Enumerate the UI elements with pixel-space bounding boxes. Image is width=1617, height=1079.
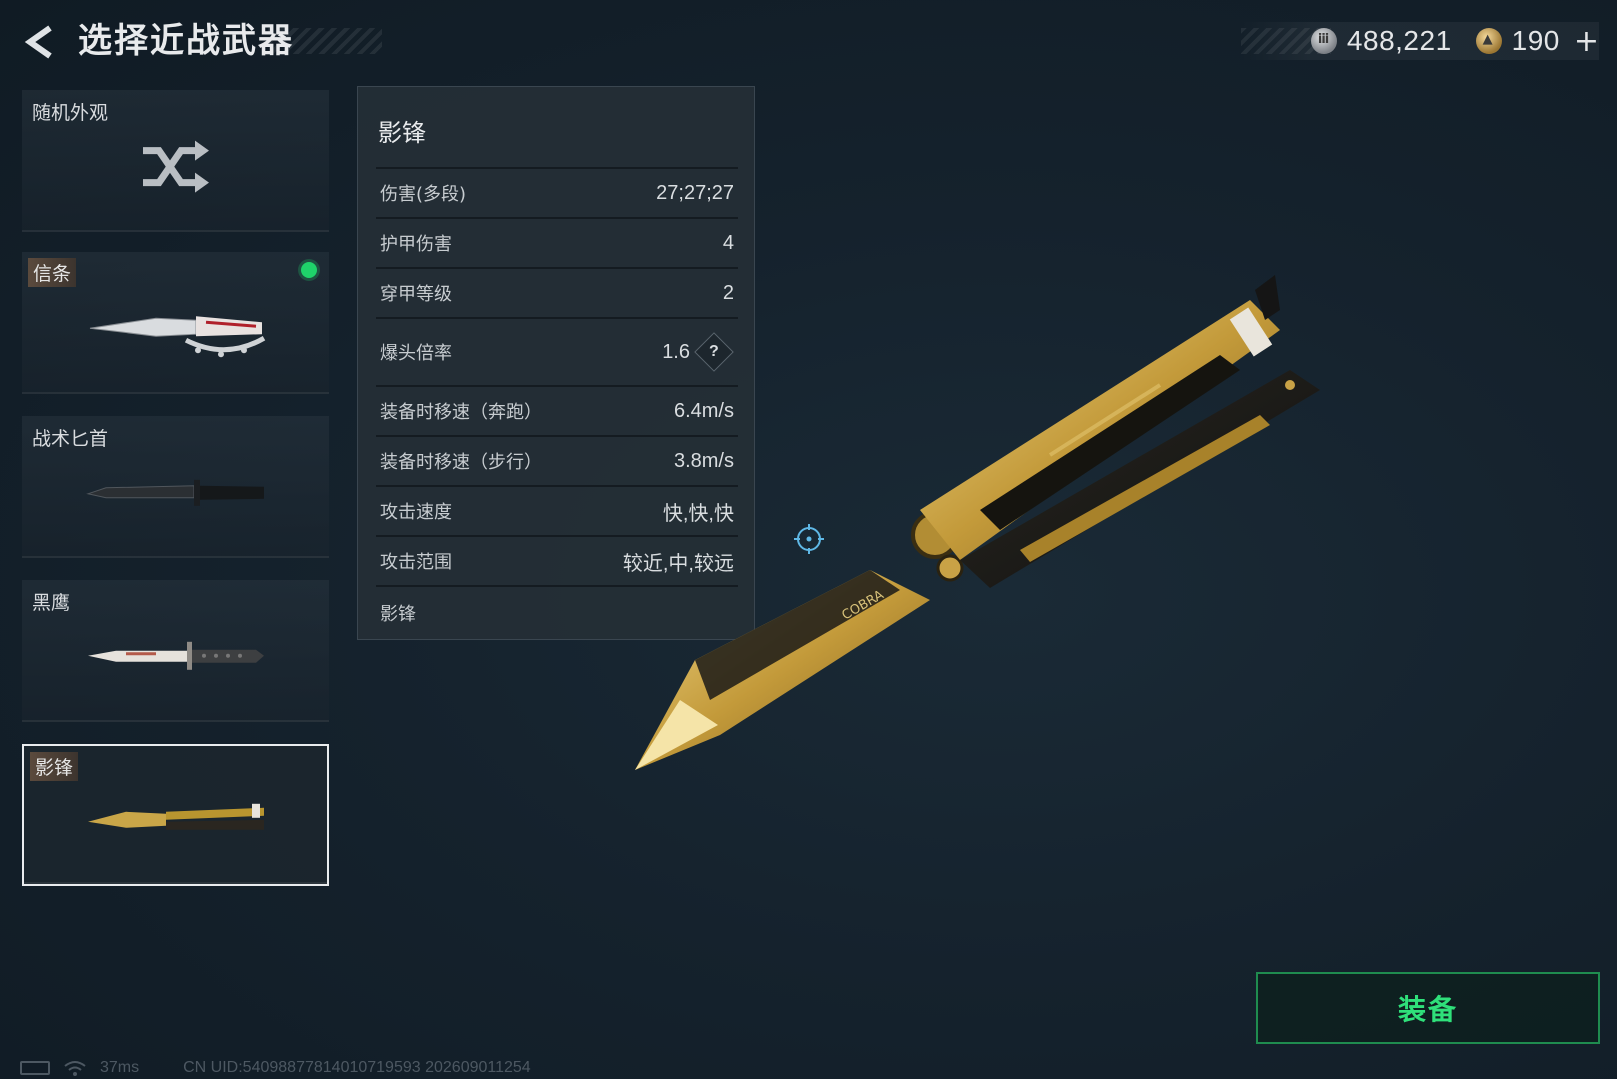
weapon-card-label: 随机外观 xyxy=(32,102,109,124)
stat-row-armor-damage: 护甲伤害 4 xyxy=(376,217,738,267)
equip-button-label: 装备 xyxy=(1397,993,1458,1026)
weapon-card-heiying[interactable]: 黑鹰 xyxy=(22,580,329,722)
shuffle-icon xyxy=(142,140,209,193)
stat-key: 装备时移速（奔跑） xyxy=(380,402,542,423)
gold-coin-icon: ▲ xyxy=(1475,28,1502,54)
knife-thumbnail-yingfeng xyxy=(87,803,264,830)
weapon-card-label: 黑鹰 xyxy=(32,592,71,614)
weapon-card-label: 战术匕首 xyxy=(32,428,109,450)
gold-currency-value: 190 xyxy=(1511,25,1560,56)
weapon-card-yingfeng[interactable]: 影锋 xyxy=(22,744,329,886)
knife-thumbnail-xintiao xyxy=(89,316,265,358)
weapon-card-tag: 信条 xyxy=(28,258,77,287)
stat-value: 4 xyxy=(722,231,734,254)
stat-key: 护甲伤害 xyxy=(380,234,452,255)
stat-key: 穿甲等级 xyxy=(380,284,452,305)
weapon-card-tactical-dagger[interactable]: 战术匕首 xyxy=(22,416,329,558)
currency-bar: ⅲ 488,221 ▲ 190 + xyxy=(1240,22,1599,60)
page-title: 选择近战武器 xyxy=(78,21,294,61)
battery-icon xyxy=(20,1061,50,1075)
add-currency-button[interactable]: + xyxy=(1574,24,1599,59)
stat-key: 爆头倍率 xyxy=(380,343,452,364)
back-arrow-icon[interactable] xyxy=(20,22,56,62)
status-footer: 37ms CN UID:540988778140107195​93 202609… xyxy=(20,1057,531,1079)
stat-key: 伤害(多段) xyxy=(380,184,467,205)
weapon-card-tag: 影锋 xyxy=(30,752,79,781)
knife-thumbnail-heiying xyxy=(87,641,264,670)
uid-text: CN UID:540988778140107195​93 20260901125… xyxy=(183,1059,531,1076)
silver-coin-icon: ⅲ xyxy=(1310,28,1337,54)
equipped-indicator xyxy=(301,262,317,278)
wifi-icon xyxy=(64,1061,86,1076)
knife-thumbnail-tactical xyxy=(85,479,264,506)
stat-value: 27;27;27 xyxy=(656,181,734,204)
stat-key: 攻击速度 xyxy=(380,502,452,523)
stat-key: 装备时移速（步行） xyxy=(380,452,542,473)
weapon-card-random[interactable]: 随机外观 xyxy=(22,90,329,232)
ping-value: 37ms xyxy=(100,1059,140,1076)
stats-title: 影锋 xyxy=(378,119,426,147)
equip-button[interactable]: 装备 xyxy=(1256,972,1600,1044)
stats-footer-label: 影锋 xyxy=(380,604,416,625)
stat-row-damage: 伤害(多段) 27;27;27 xyxy=(376,167,738,217)
silver-currency-value: 488,221 xyxy=(1346,25,1452,56)
stat-key: 攻击范围 xyxy=(380,552,452,573)
knife-model-preview: COBRA xyxy=(635,275,1320,770)
weapon-card-xintiao[interactable]: 信条 xyxy=(22,252,329,394)
